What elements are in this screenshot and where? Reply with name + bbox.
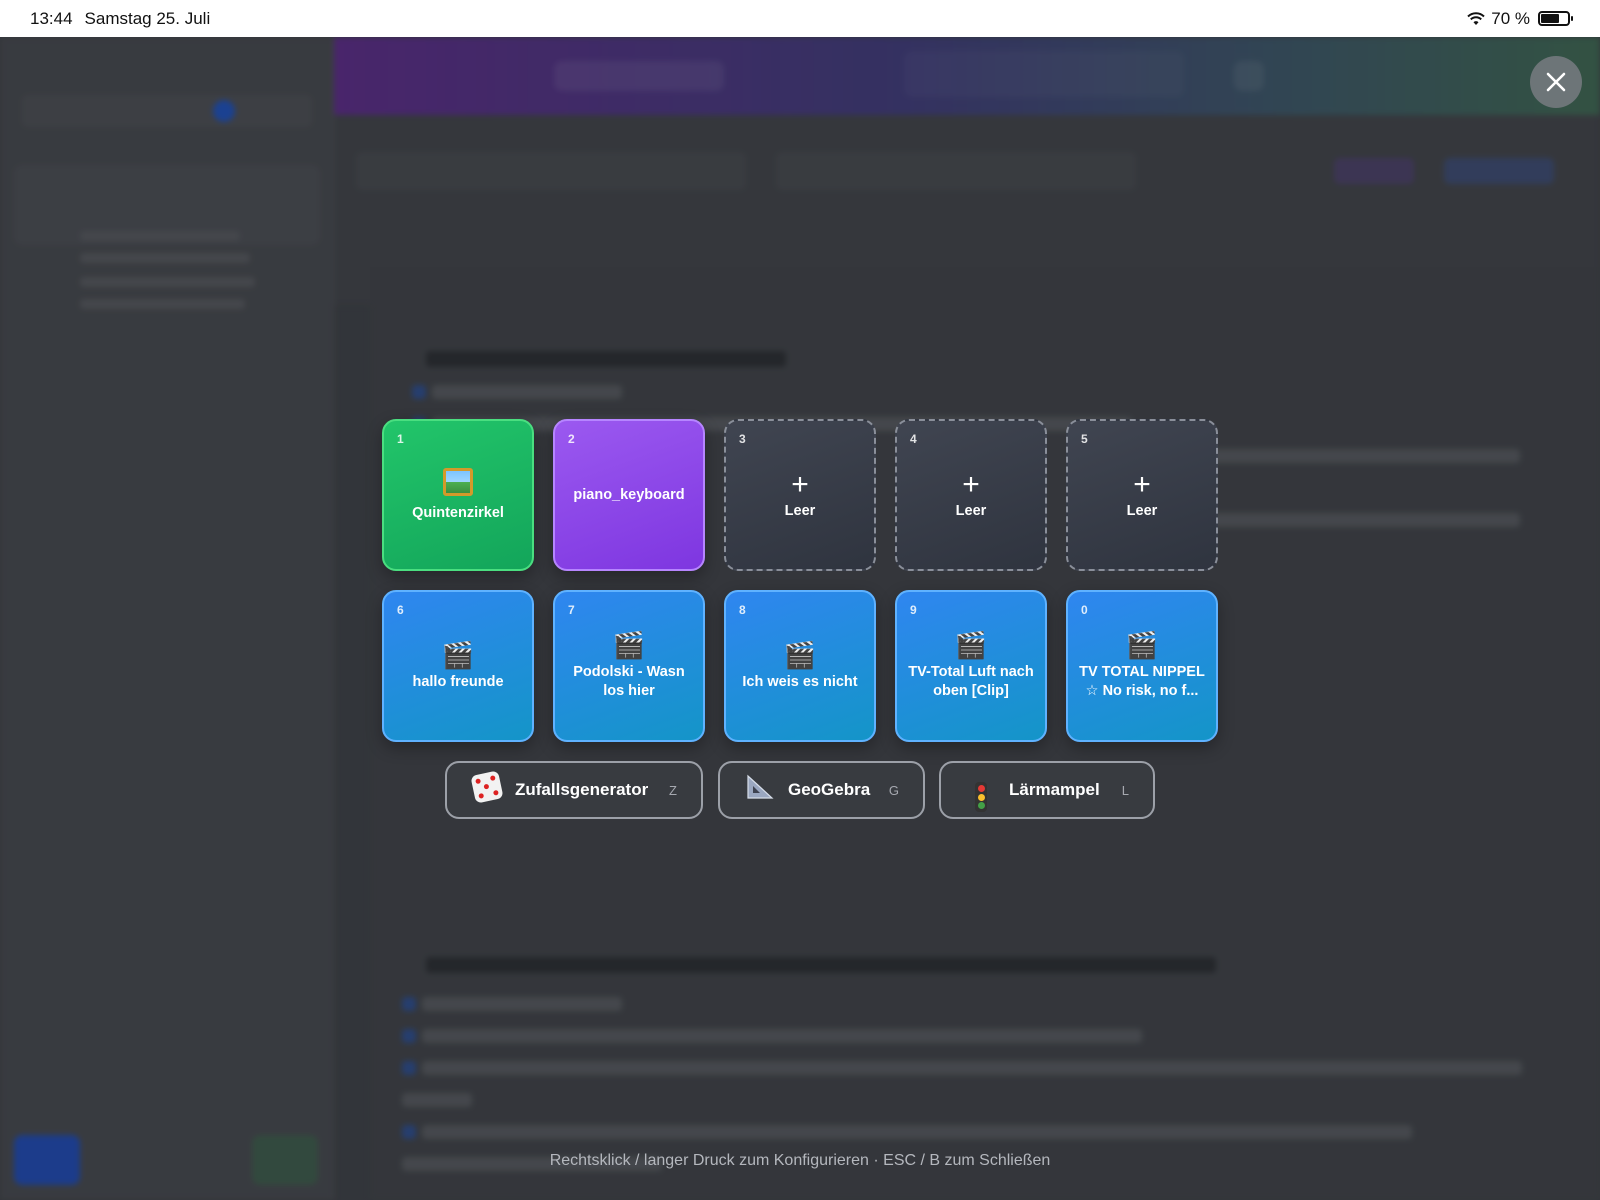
clapperboard-icon: 🎬 [954, 630, 988, 660]
tile-number: 3 [739, 432, 746, 446]
battery-icon [1538, 11, 1573, 26]
tile-number: 1 [397, 432, 404, 446]
tool-name: Lärmampel [1009, 780, 1100, 799]
status-right: 70 % [1467, 8, 1573, 29]
tile-3[interactable]: 3 + Leer [724, 419, 876, 571]
tile-number: 8 [739, 603, 746, 617]
tile-7[interactable]: 7 🎬 Podolski - Wasn los hier [553, 590, 705, 742]
tile-number: 4 [910, 432, 917, 446]
tool-name: GeoGebra [788, 780, 871, 799]
tile-9[interactable]: 9 🎬 TV-Total Luft nach oben [Clip] [895, 590, 1047, 742]
image-icon [443, 467, 473, 496]
tile-8[interactable]: 8 🎬 Ich weis es nicht [724, 590, 876, 742]
clapperboard-icon: 🎬 [441, 639, 475, 670]
status-date: Samstag 25. Juli [84, 8, 211, 28]
clapperboard-icon: 🎬 [612, 630, 646, 660]
tile-5[interactable]: 5 + Leer [1066, 419, 1218, 571]
tile-number: 6 [397, 603, 404, 617]
triangle-ruler-icon [744, 774, 776, 807]
configure-hint: Rechtsklick / langer Druck zum Konfiguri… [549, 1152, 1051, 1169]
tile-label: Leer [955, 502, 987, 519]
tool-shortcut: G [888, 782, 899, 798]
tile-label: Leer [1126, 502, 1158, 519]
tile-label: Leer [784, 502, 816, 519]
tile-label: TV TOTAL NIPPEL ☆ No risk, no f... [1079, 664, 1205, 699]
clapperboard-icon: 🎬 [783, 639, 817, 670]
tool-button-laermampel[interactable]: Lärmampel L [939, 761, 1155, 819]
status-bar: 13:44 Samstag 25. Juli 70 % [0, 0, 1600, 37]
tool-name: Zufallsgenerator [515, 780, 649, 799]
status-time: 13:44 [30, 8, 73, 28]
close-button[interactable] [1530, 56, 1582, 108]
tile-number: 9 [910, 603, 917, 617]
tile-6[interactable]: 6 🎬 hallo freunde [382, 590, 534, 742]
dice-icon [470, 769, 504, 808]
plus-icon: + [962, 467, 980, 501]
tile-4[interactable]: 4 + Leer [895, 419, 1047, 571]
plus-icon: + [1133, 467, 1151, 501]
close-icon [1546, 72, 1566, 92]
tile-label: Podolski - Wasn los hier [573, 664, 685, 699]
tile-1[interactable]: 1 Quintenzirkel [382, 419, 534, 571]
tile-number: 5 [1081, 432, 1088, 446]
tile-label: Ich weis es nicht [742, 673, 858, 690]
tile-number: 7 [568, 603, 575, 617]
tile-label: Quintenzirkel [412, 504, 504, 521]
tile-0[interactable]: 0 🎬 TV TOTAL NIPPEL ☆ No risk, no f... [1066, 590, 1218, 742]
tile-label: piano_keyboard [573, 486, 685, 503]
battery-percent: 70 % [1491, 8, 1530, 28]
tile-2[interactable]: 2 piano_keyboard [553, 419, 705, 571]
clapperboard-icon: 🎬 [1125, 630, 1159, 660]
wifi-icon [1467, 11, 1485, 25]
tile-label: hallo freunde [412, 673, 504, 690]
tool-shortcut: Z [669, 782, 677, 798]
plus-icon: + [791, 467, 809, 501]
tile-number: 0 [1081, 603, 1088, 617]
tool-button-geogebra[interactable]: GeoGebra G [718, 761, 925, 819]
traffic-light-icon [965, 768, 997, 813]
tool-button-zufallsgenerator[interactable]: Zufallsgenerator Z [445, 761, 703, 819]
tile-label: TV-Total Luft nach oben [Clip] [908, 664, 1034, 699]
tool-shortcut: L [1121, 782, 1129, 798]
tile-number: 2 [568, 432, 575, 446]
